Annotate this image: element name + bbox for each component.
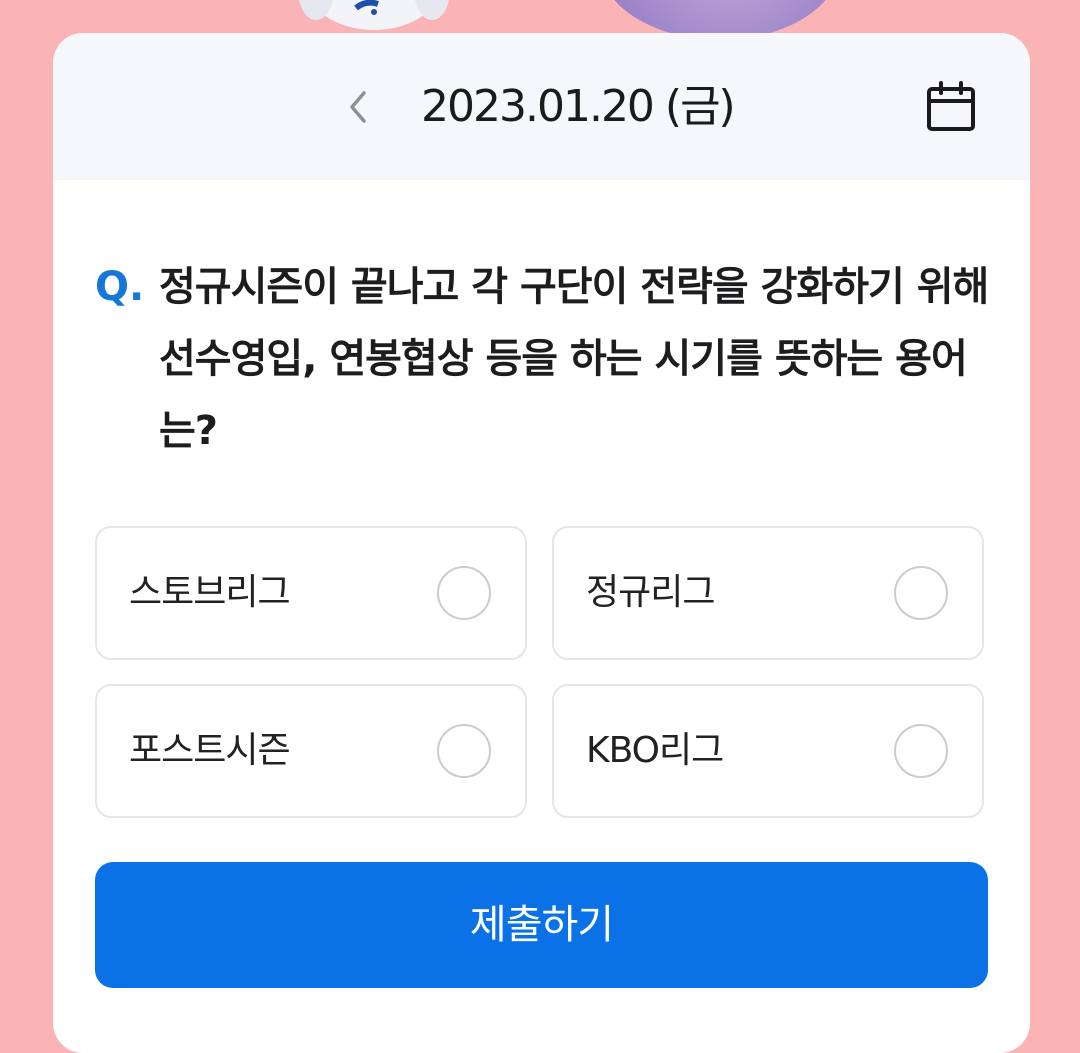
option-label: 포스트시즌	[129, 730, 291, 771]
date-header: 2023.01.20 (금)	[53, 33, 1030, 180]
prev-date-button[interactable]	[333, 77, 383, 137]
option-label: KBO리그	[586, 730, 724, 771]
question-prefix: Q.	[95, 264, 145, 310]
radio-circle-icon[interactable]	[894, 566, 948, 620]
submit-button[interactable]: 제출하기	[95, 862, 988, 988]
calendar-icon	[927, 81, 975, 131]
option-label: 정규리그	[586, 572, 715, 613]
radio-circle-icon[interactable]	[437, 724, 491, 778]
option-1[interactable]: 스토브리그	[95, 526, 527, 660]
question: Q. 정규시즌이 끝나고 각 구단이 전략을 강화하기 위해 선수영입, 연봉협…	[95, 251, 995, 467]
calendar-button[interactable]	[921, 77, 981, 137]
radio-circle-icon[interactable]	[894, 724, 948, 778]
current-date: 2023.01.20 (금)	[421, 81, 736, 132]
question-text: 정규시즌이 끝나고 각 구단이 전략을 강화하기 위해 선수영입, 연봉협상 등…	[159, 264, 989, 454]
quiz-card: 2023.01.20 (금) Q. 정규시즌이 끝나고 각 구단이 전략을 강화…	[53, 33, 1030, 1053]
radio-circle-icon[interactable]	[437, 566, 491, 620]
option-3[interactable]: 포스트시즌	[95, 684, 527, 818]
option-label: 스토브리그	[129, 572, 291, 613]
chevron-left-icon	[350, 91, 366, 123]
option-2[interactable]: 정규리그	[552, 526, 984, 660]
option-4[interactable]: KBO리그	[552, 684, 984, 818]
